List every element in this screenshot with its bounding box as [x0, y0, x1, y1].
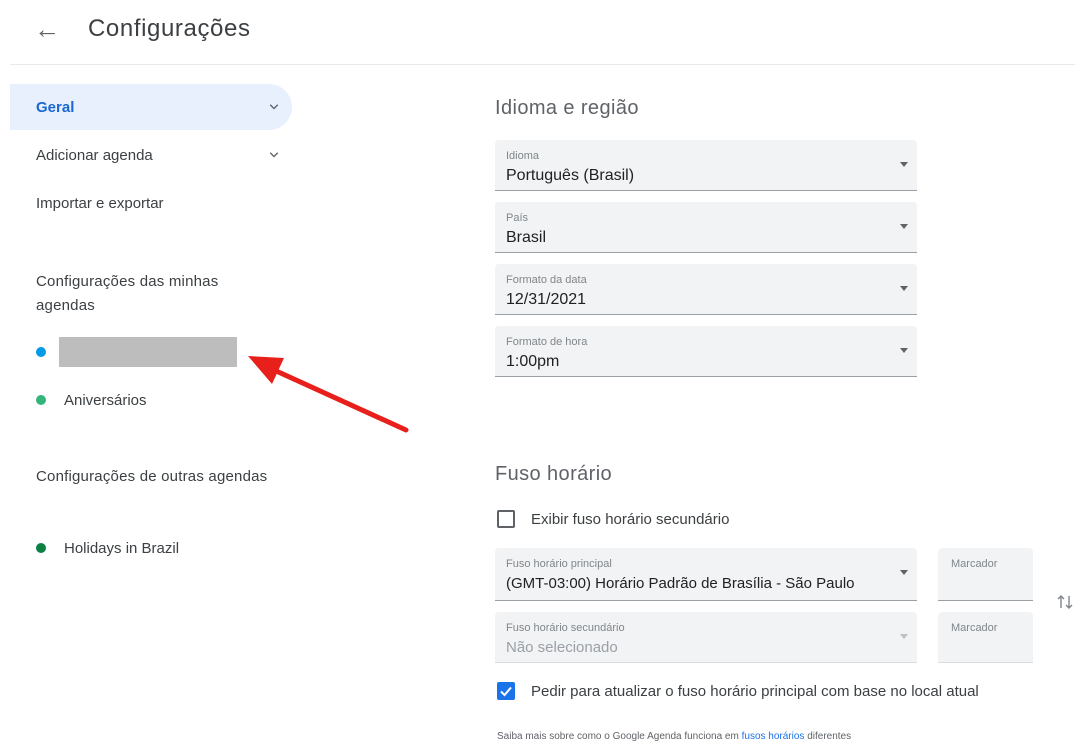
primary-timezone-select[interactable]: Fuso horário principal (GMT-03:00) Horár… — [495, 548, 917, 601]
header-divider — [10, 64, 1075, 65]
calendar-color-dot — [36, 347, 46, 357]
calendar-color-dot — [36, 543, 46, 553]
field-caption: Idioma — [506, 150, 540, 162]
sidebar-item-importar-exportar[interactable]: Importar e exportar — [10, 180, 292, 226]
sidebar-item-label: Adicionar agenda — [36, 146, 153, 164]
dropdown-caret-icon — [900, 570, 908, 575]
ask-update-timezone-checkbox[interactable]: Pedir para atualizar o fuso horário prin… — [497, 682, 979, 700]
field-caption: Fuso horário secundário — [506, 622, 625, 634]
dropdown-caret-icon — [900, 348, 908, 353]
help-text: Saiba mais sobre como o Google Agenda fu… — [497, 731, 742, 742]
field-value: Português (Brasil) — [506, 167, 635, 184]
dropdown-caret-icon — [900, 162, 908, 167]
field-value: 12/31/2021 — [506, 291, 587, 308]
sidebar-item-label: Importar e exportar — [36, 194, 164, 212]
primary-marcador-input[interactable]: Marcador — [938, 548, 1033, 601]
calendar-label: Aniversários — [64, 391, 147, 409]
formato-data-select[interactable]: Formato da data 12/31/2021 — [495, 264, 917, 315]
help-text-end: diferentes — [804, 731, 852, 742]
idioma-select[interactable]: Idioma Português (Brasil) — [495, 140, 917, 191]
field-caption: Marcador — [951, 558, 998, 570]
field-value: (GMT-03:00) Horário Padrão de Brasília -… — [506, 575, 855, 592]
other-calendars-heading: Configurações de outras agendas — [36, 468, 268, 485]
section-title-fuso-horario: Fuso horário — [495, 463, 613, 485]
checkbox-label: Exibir fuso horário secundário — [531, 510, 730, 528]
chevron-down-icon — [269, 104, 279, 110]
checkbox-label: Pedir para atualizar o fuso horário prin… — [531, 682, 979, 700]
calendar-color-dot — [36, 395, 46, 405]
sidebar-item-geral[interactable]: Geral — [10, 84, 292, 130]
redacted-calendar-name — [59, 337, 237, 367]
field-value: Brasil — [506, 229, 547, 246]
checkbox-unchecked-icon[interactable] — [497, 510, 515, 528]
section-title-idioma-regiao: Idioma e região — [495, 97, 639, 119]
back-arrow-icon[interactable]: ← — [34, 14, 60, 44]
page-title: Configurações — [88, 15, 251, 42]
sidebar-item-label: Geral — [36, 98, 75, 116]
field-caption: País — [506, 212, 529, 224]
field-caption: Formato de hora — [506, 336, 588, 348]
secondary-timezone-select[interactable]: Fuso horário secundário Não selecionado — [495, 612, 917, 663]
chevron-down-icon — [269, 152, 279, 158]
calendar-label: Holidays in Brazil — [64, 539, 180, 557]
dropdown-caret-icon — [900, 224, 908, 229]
formato-hora-select[interactable]: Formato de hora 1:00pm — [495, 326, 917, 377]
timezones-help-link[interactable]: fusos horários — [742, 731, 805, 742]
swap-vertical-icon[interactable] — [1054, 590, 1075, 614]
sidebar-item-adicionar-agenda[interactable]: Adicionar agenda — [10, 132, 292, 178]
dropdown-caret-icon — [900, 634, 908, 639]
field-caption: Marcador — [951, 622, 998, 634]
field-caption: Fuso horário principal — [506, 558, 612, 570]
field-value: Não selecionado — [506, 639, 618, 656]
pais-select[interactable]: País Brasil — [495, 202, 917, 253]
calendar-item-holidays[interactable]: Holidays in Brazil — [10, 530, 292, 566]
secondary-marcador-input[interactable]: Marcador — [938, 612, 1033, 663]
dropdown-caret-icon — [900, 286, 908, 291]
annotation-arrow-icon — [248, 356, 409, 433]
my-calendars-heading: Configurações das minhas agendas — [36, 273, 219, 314]
field-caption: Formato da data — [506, 274, 587, 286]
show-secondary-timezone-checkbox[interactable]: Exibir fuso horário secundário — [497, 510, 729, 528]
checkbox-checked-icon[interactable] — [497, 682, 515, 700]
field-value: 1:00pm — [506, 353, 560, 370]
timezone-help-text: Saiba mais sobre como o Google Agenda fu… — [497, 731, 851, 742]
